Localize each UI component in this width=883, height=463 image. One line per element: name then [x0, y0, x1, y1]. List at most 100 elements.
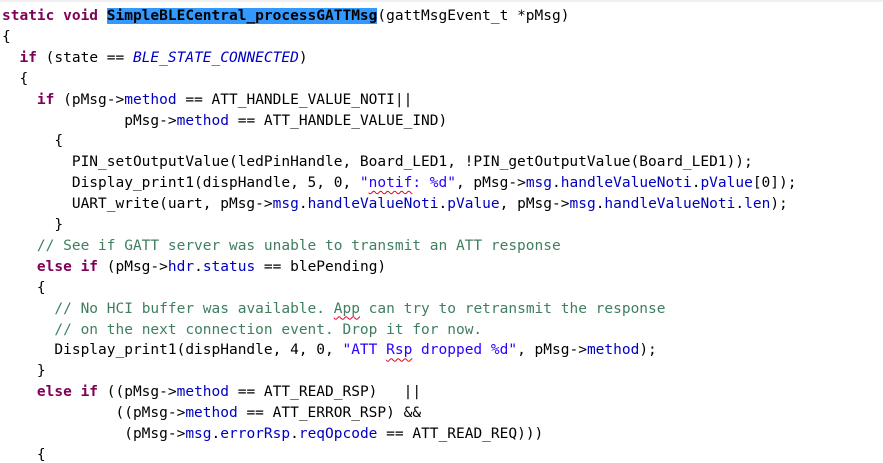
code-token: // on the next connection event. Drop it… [54, 321, 483, 338]
code-token: method [176, 112, 229, 129]
code-editor[interactable]: static void SimpleBLECentral_processGATT… [0, 0, 883, 463]
code-token: == ATT_HANDLE_VALUE_NOTI|| [176, 91, 413, 108]
code-token: , pMsg-> [499, 196, 570, 213]
code-token: , pMsg-> [455, 175, 526, 192]
code-token: ); [770, 196, 788, 213]
code-token: ) [298, 49, 308, 66]
code-token: pValue [700, 175, 753, 192]
code-token: == ATT_READ_REQ))) [377, 426, 544, 442]
code-token: } [2, 363, 46, 380]
code-line[interactable]: { [2, 131, 63, 152]
code-token: msg [272, 196, 299, 213]
code-line[interactable]: { [2, 278, 46, 299]
code-token: pMsg-> [2, 112, 177, 129]
code-line[interactable]: UART_write(uart, pMsg->msg.handleValueNo… [2, 194, 788, 215]
code-token: . [552, 175, 561, 192]
code-token: ((pMsg-> [2, 405, 186, 422]
code-token: Rsp [386, 342, 413, 359]
code-token: method [176, 384, 229, 401]
code-token: static void [2, 8, 107, 24]
code-token: == ATT_READ_RSP) || [229, 384, 422, 401]
code-token: (pMsg-> [54, 91, 125, 108]
code-token: == ATT_ERROR_RSP) && [237, 405, 422, 422]
code-line[interactable]: { [2, 445, 46, 463]
code-token: dropped %d" [412, 342, 518, 359]
code-token: . [438, 196, 448, 213]
code-token: [0]); [752, 175, 797, 192]
code-line[interactable]: ((pMsg->method == ATT_ERROR_RSP) && [2, 403, 421, 424]
code-token: . [211, 426, 221, 442]
code-token: ); [639, 342, 657, 359]
code-token: . [298, 196, 308, 213]
code-token: == ATT_HANDLE_VALUE_IND) [229, 112, 448, 129]
code-token: reqOpcode [298, 426, 378, 442]
code-token: App [333, 300, 360, 317]
code-token: // No HCI buffer was available. [54, 300, 334, 317]
code-line[interactable]: { [2, 27, 11, 48]
code-line[interactable]: // No HCI buffer was available. App can … [2, 299, 666, 320]
code-line[interactable]: PIN_setOutputValue(ledPinHandle, Board_L… [2, 152, 753, 173]
code-line[interactable]: } [2, 215, 63, 236]
code-token: else if [36, 258, 99, 275]
code-token: if [36, 91, 55, 108]
code-line[interactable]: } [2, 361, 46, 382]
selected-function-name: SimpleBLECentral_processGATTMsg [106, 8, 378, 24]
code-line[interactable]: Display_print1(dispHandle, 5, 0, "notif:… [2, 173, 797, 194]
code-token: can try to retransmit the response [359, 300, 666, 317]
code-token: . [194, 258, 203, 275]
code-token: { [2, 70, 29, 87]
code-token: (pMsg-> [2, 426, 186, 442]
code-token: msg [185, 426, 212, 442]
code-token: PIN_setOutputValue(ledPinHandle, Board_L… [2, 154, 753, 171]
code-token: (gattMsgEvent_t *pMsg) [377, 8, 570, 24]
code-token: handleValueNoti [307, 196, 439, 213]
code-token: handleValueNoti [560, 175, 692, 192]
code-line[interactable]: pMsg->method == ATT_HANDLE_VALUE_IND) [2, 111, 447, 132]
code-line[interactable]: else if (pMsg->hdr.status == blePending) [2, 257, 386, 278]
code-line[interactable]: (pMsg->msg.errorRsp.reqOpcode == ATT_REA… [2, 424, 543, 445]
code-line[interactable]: if (state == BLE_STATE_CONNECTED) [2, 48, 308, 69]
code-line[interactable]: if (pMsg->method == ATT_HANDLE_VALUE_NOT… [2, 90, 412, 111]
code-line[interactable]: static void SimpleBLECentral_processGATT… [2, 6, 569, 27]
code-token: errorRsp [220, 426, 291, 442]
code-line[interactable]: Display_print1(dispHandle, 4, 0, "ATT Rs… [2, 340, 657, 361]
code-token: { [2, 446, 46, 463]
code-line[interactable]: // on the next connection event. Drop it… [2, 320, 482, 341]
code-token: { [2, 133, 64, 150]
code-line[interactable]: // See if GATT server was unable to tran… [2, 236, 561, 257]
code-token: msg [525, 175, 553, 192]
code-token: " [359, 175, 369, 192]
code-token: // See if GATT server was unable to tran… [36, 237, 561, 254]
code-token: (state == [36, 49, 133, 66]
code-token: hdr [167, 258, 195, 275]
code-token: len [744, 196, 771, 213]
code-token: "ATT [342, 342, 387, 359]
code-token: Display_print1(dispHandle, 4, 0, [2, 342, 343, 359]
code-line[interactable]: else if ((pMsg->method == ATT_READ_RSP) … [2, 382, 421, 403]
code-token: == blePending) [255, 258, 387, 275]
code-token: (pMsg-> [98, 258, 168, 275]
code-token: { [2, 279, 46, 296]
code-token: else if [36, 384, 99, 401]
code-token: BLE_STATE_CONNECTED [132, 49, 299, 66]
code-token: msg [569, 196, 596, 213]
code-token: method [586, 342, 640, 359]
code-token: pValue [447, 196, 500, 213]
code-token: , pMsg-> [517, 342, 587, 359]
code-token: ((pMsg-> [98, 384, 177, 401]
code-token: UART_write(uart, pMsg-> [2, 196, 273, 213]
code-token: Display_print1(dispHandle, 5, 0, [2, 175, 360, 192]
code-token: . [290, 426, 299, 442]
code-token: if [19, 49, 37, 66]
code-token: notif [368, 175, 413, 192]
code-token: } [2, 217, 64, 233]
code-token: . [735, 196, 745, 213]
code-token: : %d" [412, 175, 456, 192]
code-line[interactable]: { [2, 69, 28, 90]
